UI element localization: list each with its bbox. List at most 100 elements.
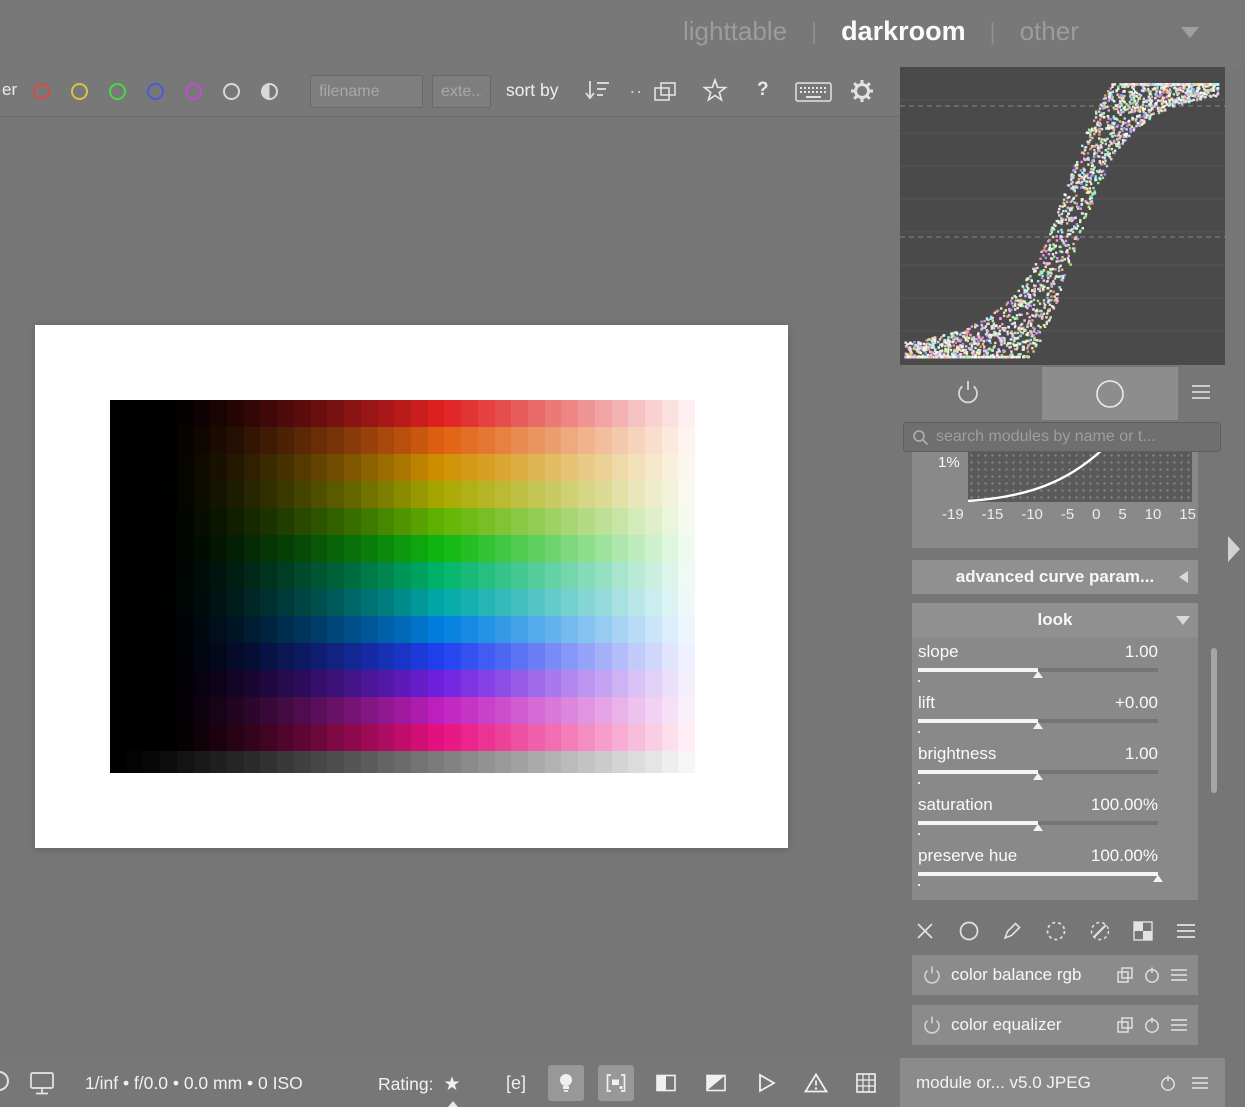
raw-overexposure-toggle[interactable]: [e] — [498, 1065, 534, 1101]
filter-toolbar: er sort by .. ? — [0, 66, 900, 117]
slider-marker[interactable] — [1033, 671, 1043, 678]
drawn-mask-icon[interactable] — [999, 918, 1025, 944]
iso12646-lamp-toggle[interactable] — [548, 1065, 584, 1101]
module-presets-icon[interactable] — [1170, 1017, 1188, 1033]
tab-other[interactable]: other — [1020, 16, 1079, 47]
color-label-blue[interactable] — [147, 83, 164, 100]
edited-image[interactable] — [35, 325, 788, 848]
star-rating-icon[interactable] — [702, 77, 728, 103]
panel-collapse-arrow[interactable] — [1228, 536, 1240, 562]
gamut-check-toggle[interactable] — [648, 1065, 684, 1101]
module-order-bar[interactable]: module or... v5.0 JPEG — [900, 1058, 1225, 1107]
reset-icon[interactable] — [1159, 1074, 1177, 1092]
module-row[interactable]: color equalizer — [912, 1005, 1198, 1045]
module-power-icon[interactable] — [922, 1015, 942, 1035]
softproof-toggle[interactable] — [598, 1065, 634, 1101]
module-search[interactable] — [903, 422, 1221, 452]
waveform-scope[interactable] — [900, 67, 1225, 365]
panel-scrollbar-thumb[interactable] — [1211, 648, 1217, 793]
sort-order-icon[interactable] — [583, 78, 611, 104]
slider-brightness[interactable]: brightness1.00 — [918, 744, 1158, 795]
module-presets-icon[interactable] — [1170, 967, 1188, 983]
color-label-red[interactable] — [33, 83, 50, 100]
slider-label: brightness — [918, 744, 996, 764]
slider-slope[interactable]: slope1.00 — [918, 642, 1158, 693]
rating-control[interactable]: Rating: ★ — [378, 1073, 461, 1095]
preferences-gear-icon[interactable] — [850, 79, 874, 103]
filename-filter-input[interactable] — [310, 75, 423, 108]
lightbulb-icon — [554, 1071, 578, 1095]
slider-marker[interactable] — [1033, 773, 1043, 780]
softproof-icon — [604, 1071, 628, 1095]
raw-overexposure-icon: [e] — [506, 1073, 526, 1094]
active-modules-icon[interactable] — [955, 379, 981, 405]
tone-curve-plot[interactable] — [968, 452, 1192, 502]
blend-uniform-icon[interactable] — [956, 918, 982, 944]
tab-lighttable[interactable]: lighttable — [683, 16, 787, 47]
slider-default-dot — [918, 680, 920, 682]
warning-toggle[interactable] — [798, 1065, 834, 1101]
module-power-icon[interactable] — [922, 965, 942, 985]
slider-marker[interactable] — [1033, 722, 1043, 729]
color-label-purple[interactable] — [185, 83, 202, 100]
grip-dots-icon[interactable]: .. — [630, 78, 643, 98]
sort-by-label: sort by — [506, 80, 559, 101]
sigmoid-curve-module[interactable]: 1% -19-15-10-5051015 — [912, 452, 1198, 548]
module-search-input[interactable] — [936, 428, 1212, 446]
display-profile-icon[interactable] — [28, 1069, 56, 1097]
slider-track[interactable] — [918, 668, 1158, 672]
duplicate-instance-icon[interactable] — [1116, 1016, 1134, 1034]
slider-default-dot — [918, 731, 920, 733]
tab-darkroom[interactable]: darkroom — [841, 16, 966, 47]
slider-track[interactable] — [918, 872, 1158, 876]
guides-toggle[interactable] — [848, 1065, 884, 1101]
advanced-curve-params-header[interactable]: advanced curve param... — [912, 560, 1198, 594]
slider-lift[interactable]: lift+0.00 — [918, 693, 1158, 744]
color-label-toggle[interactable] — [261, 83, 278, 100]
axis-tick: 10 — [1145, 506, 1162, 523]
duplicates-icon[interactable] — [652, 79, 678, 105]
module-order-presets-icon[interactable] — [1191, 1075, 1209, 1091]
module-name: color balance rgb — [951, 965, 1107, 985]
look-section-header[interactable]: look — [912, 603, 1198, 637]
views-dropdown-icon[interactable] — [1181, 27, 1199, 38]
parametric-mask-icon[interactable] — [1043, 918, 1069, 944]
slider-track[interactable] — [918, 719, 1158, 723]
snapshot-play-toggle[interactable] — [748, 1065, 784, 1101]
module-row[interactable]: color balance rgb — [912, 955, 1198, 995]
extension-filter-input[interactable] — [432, 75, 491, 108]
chart-hue-row — [110, 697, 712, 724]
split-square-icon — [704, 1071, 728, 1095]
clipping-preview-toggle[interactable] — [698, 1065, 734, 1101]
reset-icon[interactable] — [1143, 966, 1161, 984]
color-gradient-chart — [110, 400, 712, 773]
slider-preserve-hue[interactable]: preserve hue100.00% — [918, 846, 1158, 897]
bottom-bar: 1/inf • f/0.0 • 0.0 mm • 0 ISO Rating: ★… — [0, 1060, 900, 1107]
view-tabs: lighttable | darkroom | other — [683, 16, 1079, 47]
slider-marker[interactable] — [1033, 824, 1043, 831]
rating-star-icon[interactable]: ★ — [443, 1073, 460, 1095]
color-label-green[interactable] — [109, 83, 126, 100]
module-group-active-tab[interactable] — [1042, 367, 1178, 420]
color-label-gray[interactable] — [223, 83, 240, 100]
help-icon[interactable]: ? — [757, 79, 769, 101]
slider-track[interactable] — [918, 770, 1158, 774]
color-label-yellow[interactable] — [71, 83, 88, 100]
blending-options-menu-icon[interactable] — [1174, 920, 1198, 942]
blend-off-icon[interactable] — [912, 918, 938, 944]
chart-hue-row — [110, 535, 712, 562]
drawn-parametric-mask-icon[interactable] — [1087, 918, 1113, 944]
blend-mask-toolbar — [912, 912, 1198, 950]
axis-tick: 15 — [1179, 506, 1196, 523]
chart-hue-row — [110, 724, 712, 751]
slider-default-dot — [918, 782, 920, 784]
raster-mask-icon[interactable] — [1130, 918, 1156, 944]
slider-track[interactable] — [918, 821, 1158, 825]
reset-icon[interactable] — [1143, 1016, 1161, 1034]
slider-saturation[interactable]: saturation100.00% — [918, 795, 1158, 846]
presets-menu-icon[interactable] — [1190, 382, 1212, 402]
duplicate-instance-icon[interactable] — [1116, 966, 1134, 984]
chart-hue-row — [110, 616, 712, 643]
keyboard-shortcuts-icon[interactable] — [795, 82, 833, 103]
slider-marker[interactable] — [1153, 875, 1163, 882]
